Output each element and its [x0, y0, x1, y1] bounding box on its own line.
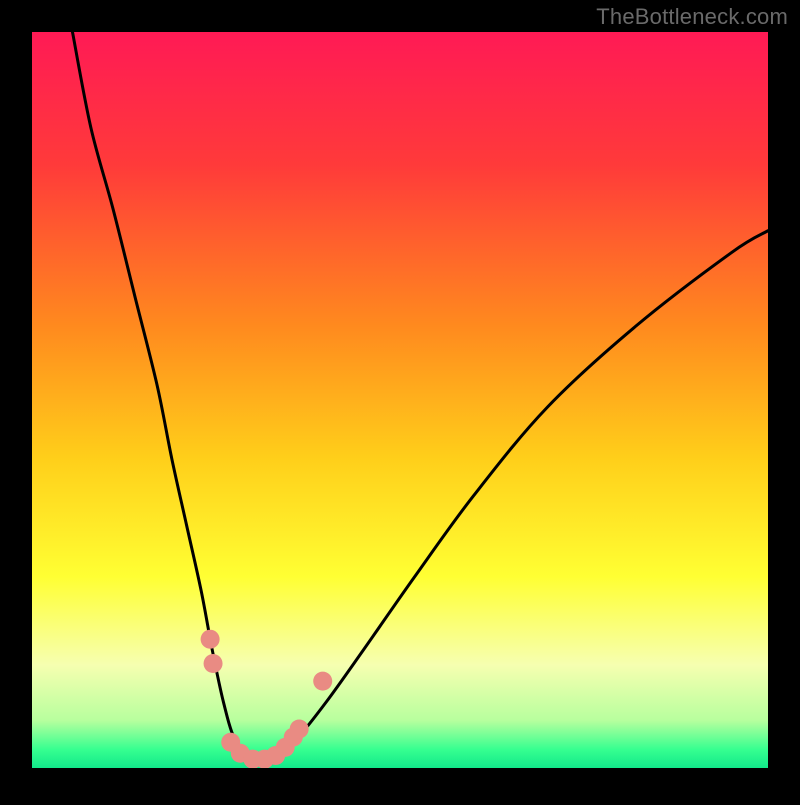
chart-frame: { "watermark": "TheBottleneck.com", "cha…	[0, 0, 800, 800]
watermark-text: TheBottleneck.com	[596, 4, 788, 30]
marker-dot	[201, 630, 220, 649]
marker-dot	[313, 672, 332, 691]
gradient-plot-area	[32, 32, 768, 768]
bottleneck-chart	[0, 0, 800, 800]
marker-dot	[290, 719, 309, 738]
marker-dot	[204, 654, 223, 673]
